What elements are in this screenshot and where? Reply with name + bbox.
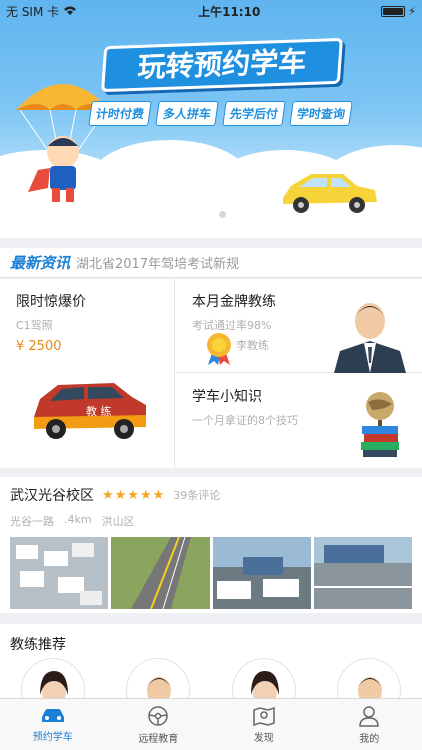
banner-tag: 多人拼车 [155,101,219,126]
car-illustration [283,174,377,213]
car-roof-text: 教 练 [86,404,112,418]
promo-grid: 限时惊爆价 C1驾照 ¥ 2500 教 练 本月金牌教练 考试通过率98% 李教… [0,279,422,468]
status-bar: 无 SIM 卡 上午11:10 ⚡ [0,0,422,22]
rating-stars: ★★★★★ [102,487,166,503]
school-photo[interactable] [313,537,412,609]
banner-tag: 先学后付 [222,101,286,126]
parachute-mascot [16,84,110,202]
review-count[interactable]: 39条评论 [173,487,220,503]
promo-tips-card[interactable]: 学车小知识 一个月拿证的8个技巧 [176,374,422,468]
car-icon [41,708,64,722]
promo-subtitle: C1驾照 [16,319,53,332]
tab-remote-education[interactable]: 远程教育 [106,699,212,750]
school-address: 光谷一路 [10,515,54,528]
tab-label: 预约学车 [32,731,73,743]
news-bar[interactable]: 最新资讯 湖北省2017年驾培考试新规 [0,248,422,278]
tab-label: 远程教育 [138,733,179,745]
promo-price: ¥ 2500 [16,339,62,354]
coach-section-title: 教练推荐 [10,637,66,653]
tab-label: 发现 [253,732,274,744]
carrier-label: 无 SIM 卡 [6,4,60,19]
battery-icon [381,5,406,17]
news-tag: 最新资讯 [10,254,71,272]
status-time: 上午11:10 [198,4,261,19]
steering-wheel-icon [148,705,168,726]
school-photos [10,537,412,609]
tab-profile[interactable]: 我的 [317,699,422,750]
banner-title: 玩转预约学车 [101,37,343,93]
school-photo[interactable] [111,537,210,609]
tab-label: 我的 [359,733,380,745]
carousel-dots [195,211,226,218]
promo-coach-name: 李教练 [236,339,269,352]
medal-icon [207,333,231,365]
coach-portrait [334,303,406,373]
tab-book-lesson[interactable]: 预约学车 [0,699,106,750]
training-car-image: 教 练 [34,383,146,439]
charging-icon: ⚡ [408,4,416,18]
school-photo[interactable] [212,537,311,609]
banner-tag: 学时查询 [289,101,353,126]
wifi-icon [64,6,77,15]
school-card[interactable]: 武汉光谷校区 ★★★★★ 39条评论 光谷一路 .4km 洪山区 [0,477,422,613]
tab-discover[interactable]: 发现 [211,699,317,750]
promo-coach-card[interactable]: 本月金牌教练 考试通过率98% 李教练 [176,279,422,373]
school-name: 武汉光谷校区 [10,488,94,504]
banner-tags: 计时付费 多人拼车 先学后付 学时查询 [88,101,353,126]
carousel-dot[interactable] [219,211,226,218]
tab-bar: 预约学车 远程教育 发现 我的 [0,698,422,750]
promo-price-card[interactable]: 限时惊爆价 C1驾照 ¥ 2500 教 练 [0,279,175,468]
banner-carousel[interactable]: 玩转预约学车 计时付费 多人拼车 先学后付 学时查询 [0,0,422,238]
promo-title: 限时惊爆价 [16,294,86,310]
banner-tag: 计时付费 [88,101,152,126]
carousel-dot-active[interactable] [195,211,202,218]
news-headline[interactable]: 湖北省2017年驾培考试新规 [76,253,239,272]
map-icon [253,706,275,726]
school-distance: .4km [64,513,92,526]
school-district: 洪山区 [101,515,135,528]
school-photo[interactable] [10,537,109,609]
books-globe-icon [361,392,399,457]
person-icon [359,705,380,727]
